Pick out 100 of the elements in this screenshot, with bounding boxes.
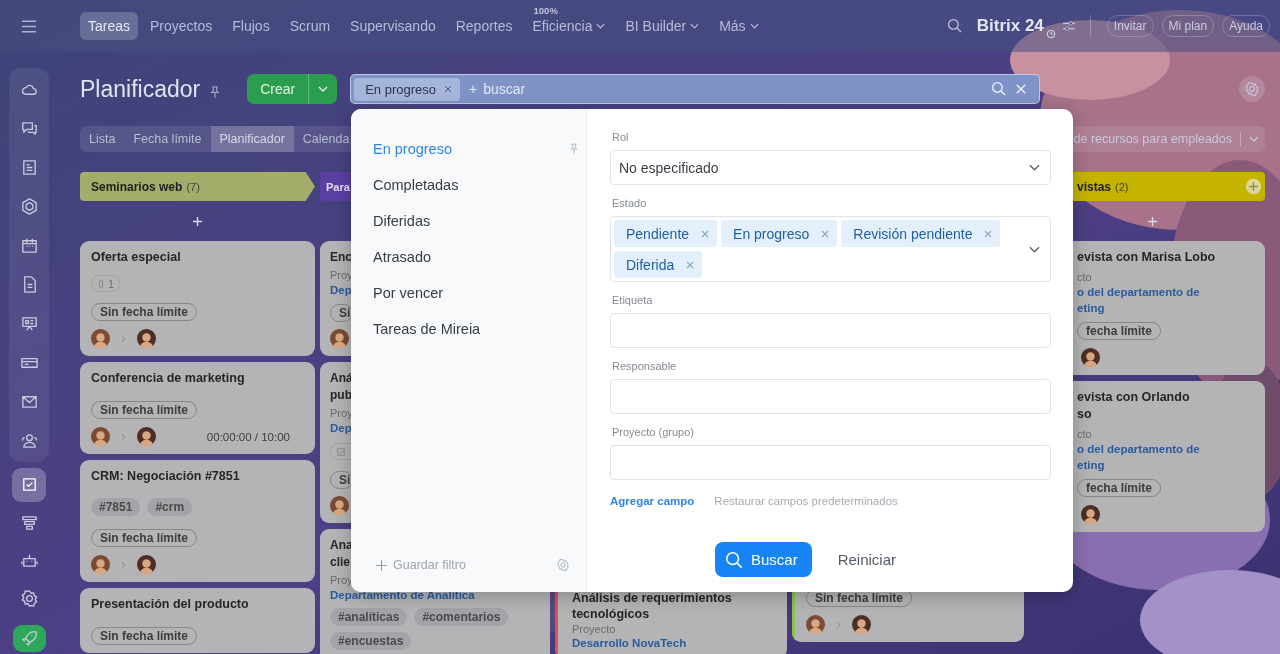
close-icon[interactable] bbox=[1015, 83, 1028, 95]
avatar[interactable] bbox=[91, 555, 110, 574]
pin-icon[interactable] bbox=[208, 85, 222, 99]
project-link[interactable]: Dep bbox=[330, 283, 352, 297]
settings-icon[interactable] bbox=[1239, 76, 1265, 102]
task-card[interactable]: Conferencia de marketing Sin fecha límite 00:00:00 / 10:00 bbox=[80, 362, 315, 454]
add-field-link[interactable]: Agregar campo bbox=[610, 495, 695, 507]
remove-icon[interactable] bbox=[821, 229, 830, 238]
nav-tab[interactable]: Reportes bbox=[447, 12, 521, 40]
card-title: evista con Orlando bbox=[1077, 390, 1190, 405]
task-card[interactable]: CRM: Negociación #7851 #7851 #crm Sin fecha límite bbox=[80, 460, 315, 582]
avatar[interactable] bbox=[137, 427, 156, 446]
search-button[interactable]: Buscar bbox=[714, 542, 812, 577]
avatar[interactable] bbox=[1081, 348, 1100, 367]
tag[interactable]: #7851 bbox=[91, 498, 141, 516]
add-column-icon[interactable] bbox=[1245, 178, 1262, 195]
avatar[interactable] bbox=[1081, 505, 1100, 524]
task-card[interactable]: Presentación del producto Sin fecha límite bbox=[80, 588, 315, 653]
avatar[interactable] bbox=[91, 329, 110, 348]
view-tab[interactable]: Fecha límite bbox=[124, 126, 211, 152]
filter-preset[interactable]: Atrasado bbox=[373, 239, 586, 275]
avatar[interactable] bbox=[91, 427, 110, 446]
avatar[interactable] bbox=[137, 555, 156, 574]
chevron-icon bbox=[121, 432, 126, 441]
chevron-icon bbox=[121, 334, 126, 343]
nav-tab[interactable]: Scrum bbox=[281, 12, 339, 40]
input-field[interactable] bbox=[610, 313, 1051, 348]
caret-icon bbox=[749, 23, 759, 29]
field-label: Rol bbox=[611, 131, 630, 143]
nav-tab[interactable]: Proyectos bbox=[142, 12, 221, 40]
filter-chip[interactable]: En progreso bbox=[354, 77, 461, 101]
project-link[interactable]: o del departamento de bbox=[1077, 285, 1200, 299]
search-icon[interactable] bbox=[946, 18, 963, 34]
plus-sign: + bbox=[469, 81, 478, 97]
tag[interactable]: #crm bbox=[147, 498, 193, 516]
project-link[interactable]: Dep bbox=[330, 421, 352, 435]
avatar[interactable] bbox=[330, 496, 349, 515]
project-label: cto bbox=[1077, 271, 1092, 283]
select-field[interactable]: No especificado bbox=[610, 150, 1051, 185]
restore-fields-link[interactable]: Restaurar campos predeterminados bbox=[714, 495, 898, 507]
input-field[interactable] bbox=[610, 379, 1051, 414]
project-link[interactable]: o del departamento de bbox=[1077, 442, 1200, 456]
nav-tab[interactable]: Flujos bbox=[224, 12, 278, 40]
field-label: Estado bbox=[611, 197, 648, 209]
view-tab[interactable]: Lista bbox=[80, 126, 125, 152]
filter-preset[interactable]: En progreso bbox=[373, 131, 586, 167]
search-icon[interactable] bbox=[991, 81, 1008, 97]
attachment-chip[interactable]: 1 bbox=[91, 275, 121, 292]
card-title: evista con Marisa Lobo bbox=[1077, 250, 1216, 265]
checkbox-icon[interactable] bbox=[12, 468, 46, 502]
clock-icon[interactable] bbox=[1045, 29, 1056, 39]
create-menu-button[interactable] bbox=[308, 74, 338, 104]
sliders-icon[interactable] bbox=[1061, 20, 1076, 32]
input-field[interactable] bbox=[610, 445, 1051, 480]
project-link[interactable]: Departamento de Analítica bbox=[330, 588, 475, 602]
project-link[interactable]: eting bbox=[1077, 458, 1105, 472]
project-label: cto bbox=[1077, 428, 1092, 440]
field-label: Responsable bbox=[611, 360, 678, 372]
view-tab[interactable]: Planificador bbox=[210, 126, 294, 152]
nav-tab[interactable]: Tareas bbox=[80, 12, 139, 40]
save-filter-link[interactable]: Guardar filtro bbox=[376, 558, 466, 572]
page-title: Planificador bbox=[80, 75, 201, 103]
remove-icon[interactable] bbox=[686, 260, 695, 269]
create-button[interactable]: Crear bbox=[247, 74, 309, 104]
tag[interactable]: #comentarios bbox=[414, 608, 509, 626]
search-field[interactable]: En progreso + buscar bbox=[350, 74, 1041, 104]
status-chip[interactable]: En progreso bbox=[721, 220, 838, 247]
avatar[interactable] bbox=[806, 615, 825, 634]
filter-preset[interactable]: Tareas de Mireia bbox=[373, 311, 586, 347]
project-link[interactable]: eting bbox=[1077, 301, 1105, 315]
avatar[interactable] bbox=[852, 615, 871, 634]
tag[interactable]: #encuestas bbox=[330, 632, 412, 650]
card-title: so bbox=[1077, 407, 1092, 422]
filter-preset[interactable]: Diferidas bbox=[373, 203, 586, 239]
filter-preset[interactable]: Completadas bbox=[373, 167, 586, 203]
add-task-icon[interactable] bbox=[1146, 215, 1158, 227]
task-card[interactable]: Oferta especial 1 Sin fecha límite bbox=[80, 241, 315, 356]
remove-icon[interactable] bbox=[984, 229, 993, 238]
tag[interactable]: #analíticas bbox=[330, 608, 408, 626]
avatar[interactable] bbox=[330, 329, 349, 348]
avatar[interactable] bbox=[137, 329, 156, 348]
column-title: Para bbox=[326, 180, 350, 193]
reset-button[interactable]: Reiniciar bbox=[831, 550, 902, 569]
dropdown-icon[interactable] bbox=[1029, 245, 1040, 253]
card-title: Oferta especial bbox=[91, 250, 181, 265]
remove-icon[interactable] bbox=[701, 229, 710, 238]
menu-icon[interactable] bbox=[21, 19, 37, 33]
nav-tab[interactable]: Supervisando bbox=[342, 12, 444, 40]
percent-label: 100% bbox=[533, 5, 558, 16]
status-chip[interactable]: Revisión pendiente bbox=[841, 220, 1001, 247]
status-chip[interactable]: Pendiente bbox=[614, 220, 718, 247]
nav-tab[interactable]: Más bbox=[711, 12, 767, 40]
status-chip[interactable]: Diferida bbox=[614, 251, 703, 278]
filter-preset[interactable]: Por vencer bbox=[373, 275, 586, 311]
remove-icon[interactable] bbox=[444, 85, 453, 93]
nav-tab[interactable]: BI Builder bbox=[617, 12, 708, 40]
search-icon bbox=[724, 550, 743, 569]
project-link[interactable]: Desarrollo NovaTech bbox=[572, 636, 687, 650]
add-task-icon[interactable] bbox=[192, 215, 203, 227]
caret-icon bbox=[318, 86, 329, 92]
